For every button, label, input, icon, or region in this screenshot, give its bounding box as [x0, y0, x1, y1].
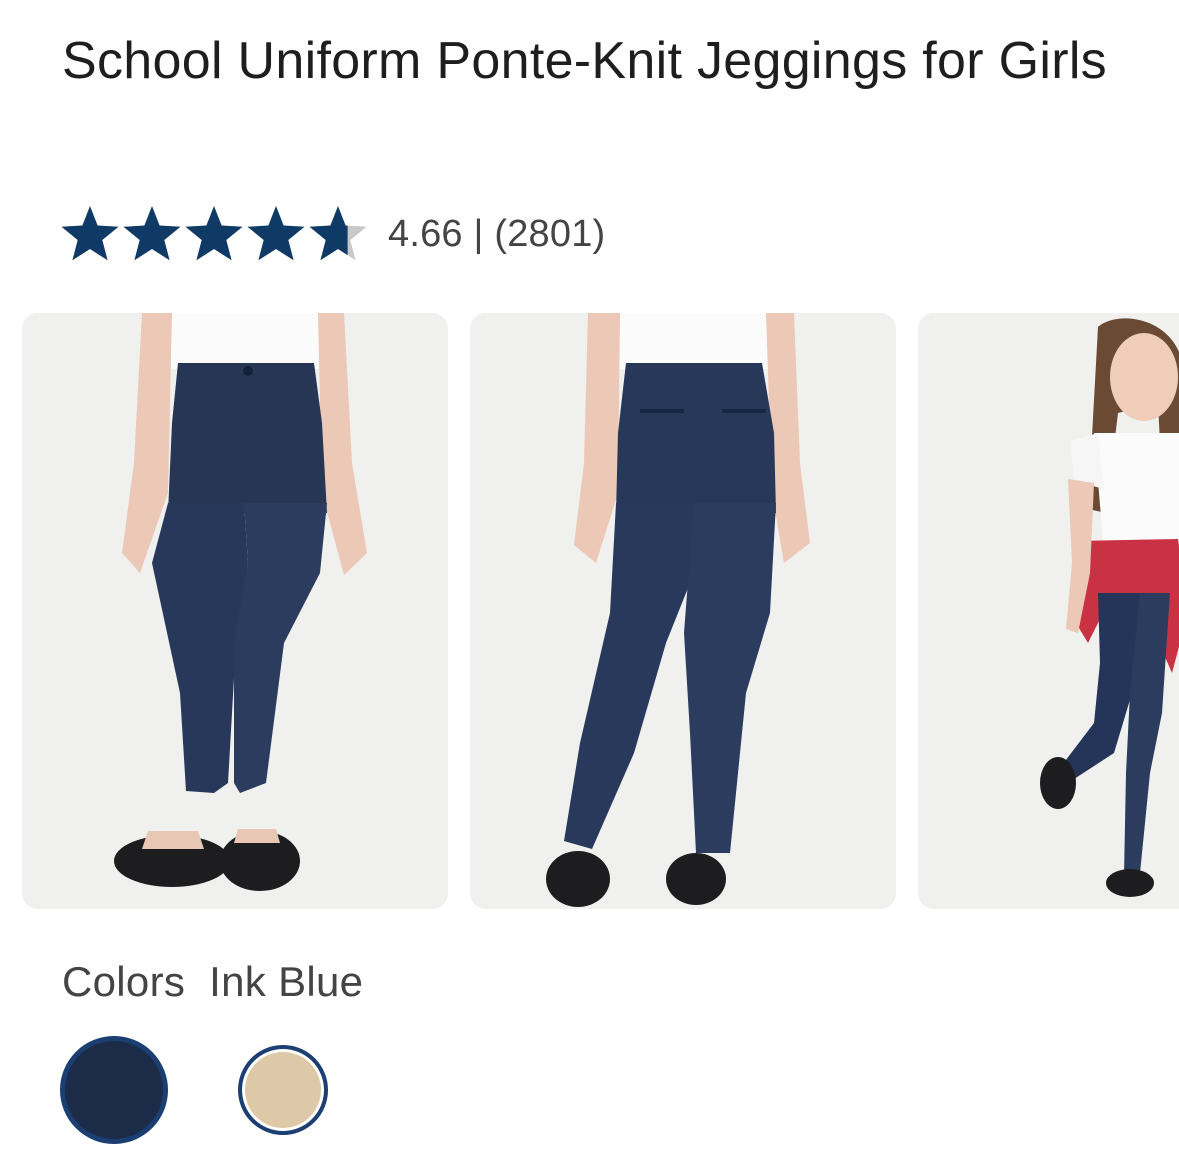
- front-view-photo[interactable]: [22, 313, 448, 909]
- back-view-photo[interactable]: [470, 313, 896, 909]
- star-icon: [247, 206, 305, 261]
- product-title: School Uniform Ponte-Knit Jeggings for G…: [62, 32, 1107, 90]
- star-icon: [61, 206, 119, 261]
- model-full-body-photo[interactable]: [918, 313, 1179, 909]
- color-swatch-ink-blue[interactable]: [60, 1036, 168, 1144]
- star-icon: [123, 206, 181, 261]
- color-swatch-khaki[interactable]: [238, 1045, 328, 1135]
- star-rating: [60, 204, 368, 264]
- rating-summary[interactable]: 4.66 | (2801): [60, 198, 605, 270]
- rating-count-text: 4.66 | (2801): [388, 212, 606, 255]
- star-icon: [309, 206, 367, 261]
- color-swatches: [60, 1036, 328, 1144]
- color-selector-label: Colors Ink Blue: [62, 958, 363, 1006]
- selected-color-name: Ink Blue: [209, 958, 364, 1005]
- image-gallery[interactable]: [22, 313, 1179, 909]
- star-icon: [185, 206, 243, 261]
- colors-label: Colors: [62, 958, 186, 1005]
